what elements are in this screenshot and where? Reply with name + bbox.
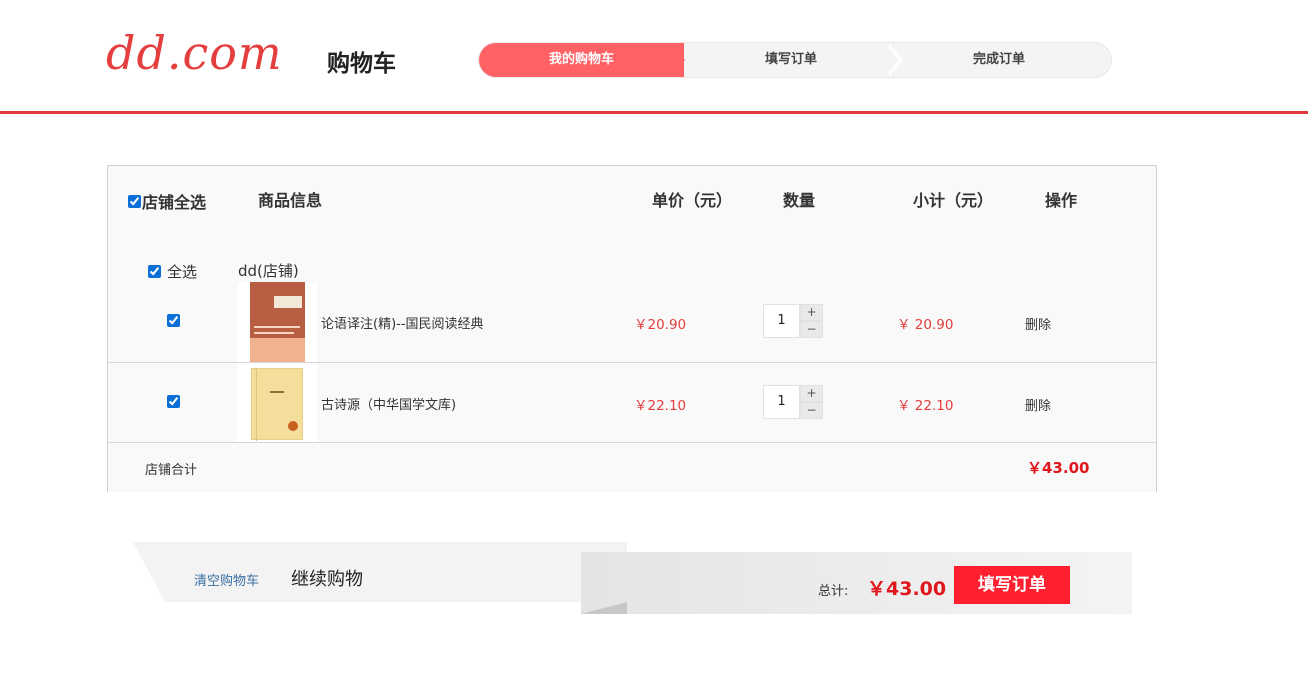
item-subtotal: ￥ 20.90 [897,317,954,333]
quantity-input[interactable]: 1 [763,385,800,419]
product-thumbnail[interactable] [237,282,317,362]
column-header-price: 单价（元） [652,191,733,210]
cart-item-row: 古诗源（中华国学文库) ￥22.10 1 + − ￥ 22.10 删除 [108,362,1156,443]
unit-price: ￥20.90 [634,317,687,333]
quantity-minus-button[interactable]: − [800,321,823,338]
quantity-stepper: 1 + − [763,304,823,338]
unit-price: ￥22.10 [634,398,687,414]
shop-total-label: 店铺合计 [145,463,198,478]
clear-cart-link[interactable]: 清空购物车 [194,570,259,589]
shop-total-row: 店铺合计 ￥43.00 [108,442,1156,492]
item-subtotal: ￥ 22.10 [897,398,954,414]
delete-item-link[interactable]: 删除 [1025,395,1051,414]
product-thumbnail[interactable] [237,363,317,443]
step-my-cart: 我的购物车 [479,43,684,77]
item-checkbox[interactable] [167,314,180,327]
cart-table: 店铺全选 商品信息 单价（元） 数量 小计（元） 操作 全选 dd(店铺) 论语… [107,165,1157,492]
quantity-stepper: 1 + − [763,385,823,419]
shop-name[interactable]: dd(店铺) [238,260,299,281]
book-cover-gushiyuan-icon [251,368,303,441]
column-header-qty: 数量 [783,191,816,210]
grand-total-value: ￥43.00 [867,578,947,600]
store-select-all[interactable]: 店铺全选 [128,189,206,213]
shop-select-all-checkbox[interactable] [148,265,161,278]
quantity-minus-button[interactable]: − [800,402,823,419]
quantity-plus-button[interactable]: + [800,304,823,321]
item-checkbox[interactable] [167,395,180,408]
book-cover-lunyu-icon [250,282,305,362]
header-divider [0,111,1308,114]
shop-select-all-label: 全选 [167,263,198,281]
grand-total-label: 总计: [818,584,849,599]
column-header-subtotal: 小计（元） [913,191,994,210]
store-select-all-label: 店铺全选 [142,193,207,212]
cart-item-row: 论语译注(精)--国民阅读经典 ￥20.90 1 + − ￥ 20.90 删除 [108,282,1156,362]
product-name[interactable]: 论语译注(精)--国民阅读经典 [321,313,484,332]
quantity-plus-button[interactable]: + [800,385,823,402]
column-header-action: 操作 [1045,191,1078,210]
step-active-arrow [671,43,685,77]
shop-select-all[interactable]: 全选 [148,261,197,282]
product-name[interactable]: 古诗源（中华国学文库) [321,394,456,413]
checkout-steps: 我的购物车 填写订单 完成订单 [478,42,1112,78]
store-select-all-checkbox[interactable] [128,194,141,208]
step-complete-order: 完成订单 [972,52,1025,67]
page-title: 购物车 [327,51,396,77]
continue-shopping-link[interactable]: 继续购物 [291,565,363,591]
step-fill-order: 填写订单 [764,52,817,67]
site-logo[interactable]: dd.com [106,26,283,80]
quantity-input[interactable]: 1 [763,304,800,338]
column-header-info: 商品信息 [258,191,323,210]
fill-order-button[interactable]: 填写订单 [954,566,1070,604]
shop-total-value: ￥43.00 [1027,459,1090,477]
delete-item-link[interactable]: 删除 [1025,314,1051,333]
